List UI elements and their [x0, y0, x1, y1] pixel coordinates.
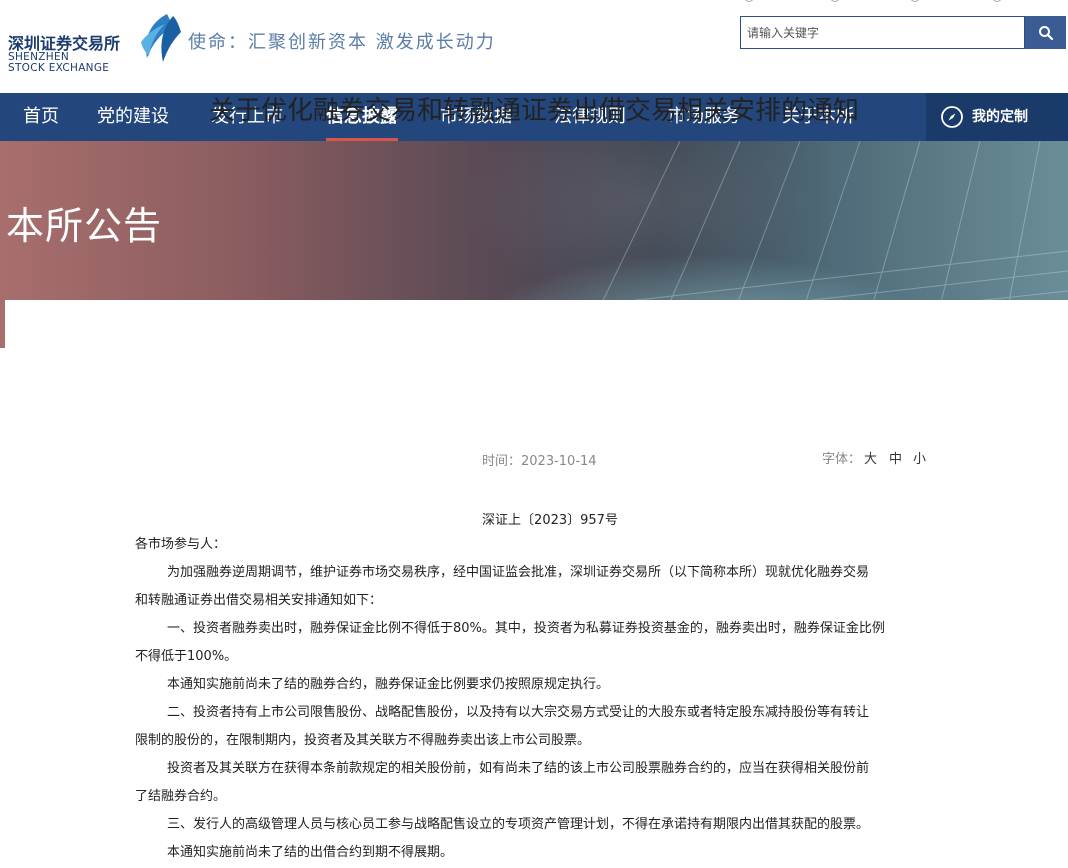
font-size-large[interactable]: 大 [864, 448, 877, 467]
article-paragraph: 不得低于100%。 [135, 649, 238, 664]
article-panel [5, 300, 1068, 868]
font-size-label: 字体： [822, 452, 862, 467]
article-title: 关于优化融券交易和转融通证券出借交易相关安排的通知 [208, 96, 859, 126]
article-paragraph: 投资者及其关联方在获得本条前款规定的相关股份前，如有尚未了结的该上市公司股票融券… [167, 761, 870, 776]
article-paragraph: 了结融券合约。 [135, 789, 227, 804]
top-link-icon[interactable] [910, 0, 920, 2]
font-size-small[interactable]: 小 [913, 448, 926, 467]
banner-title: 本所公告 [6, 204, 163, 248]
mission-slogan: 使命：汇聚创新资本 激发成长动力 [188, 32, 496, 53]
article-date: 时间：2023-10-14 [482, 454, 597, 469]
site-search [740, 16, 1066, 49]
article-paragraph: 二、投资者持有上市公司限售股份、战略配售股份，以及持有以大宗交易方式受让的大股东… [167, 705, 870, 720]
search-input[interactable] [740, 16, 1025, 49]
top-links [740, 0, 1068, 6]
font-size-medium[interactable]: 中 [889, 448, 902, 467]
document-number: 深证上〔2023〕957号 [482, 513, 618, 528]
article-paragraph: 三、发行人的高级管理人员与核心员工参与战略配售设立的专项资产管理计划，不得在承诺… [167, 817, 870, 832]
search-icon [1038, 25, 1053, 40]
search-button[interactable] [1025, 16, 1066, 49]
site-header: 深圳证券交易所 SHENZHEN STOCK EXCHANGE 使命：汇聚创新资… [0, 0, 1068, 93]
article-paragraph: 本通知实施前尚未了结的出借合约到期不得展期。 [167, 845, 454, 860]
article-paragraph: 本通知实施前尚未了结的融券合约，融券保证金比例要求仍按照原规定执行。 [167, 677, 610, 692]
article-paragraph: 各市场参与人： [135, 537, 227, 552]
szse-logo[interactable]: 深圳证券交易所 SHENZHEN STOCK EXCHANGE [8, 12, 181, 78]
article-paragraph: 为加强融券逆周期调节，维护证券市场交易秩序，经中国证监会批准，深圳证券交易所（以… [167, 565, 870, 580]
szse-logo-mark-icon [141, 14, 181, 62]
top-link-icon[interactable] [830, 0, 840, 2]
top-link-icon[interactable] [744, 0, 754, 2]
article-paragraph: 和转融通证券出借交易相关安排通知如下： [135, 593, 383, 608]
top-link-icon[interactable] [992, 0, 1002, 2]
article-paragraph: 限制的股份的，在限制期内，投资者及其关联方不得融券卖出该上市公司股票。 [135, 733, 591, 748]
article-paragraph: 一、投资者融券卖出时，融券保证金比例不得低于80%。其中，投资者为私募证券投资基… [167, 621, 885, 636]
logo-english-line2: STOCK EXCHANGE [8, 62, 110, 74]
